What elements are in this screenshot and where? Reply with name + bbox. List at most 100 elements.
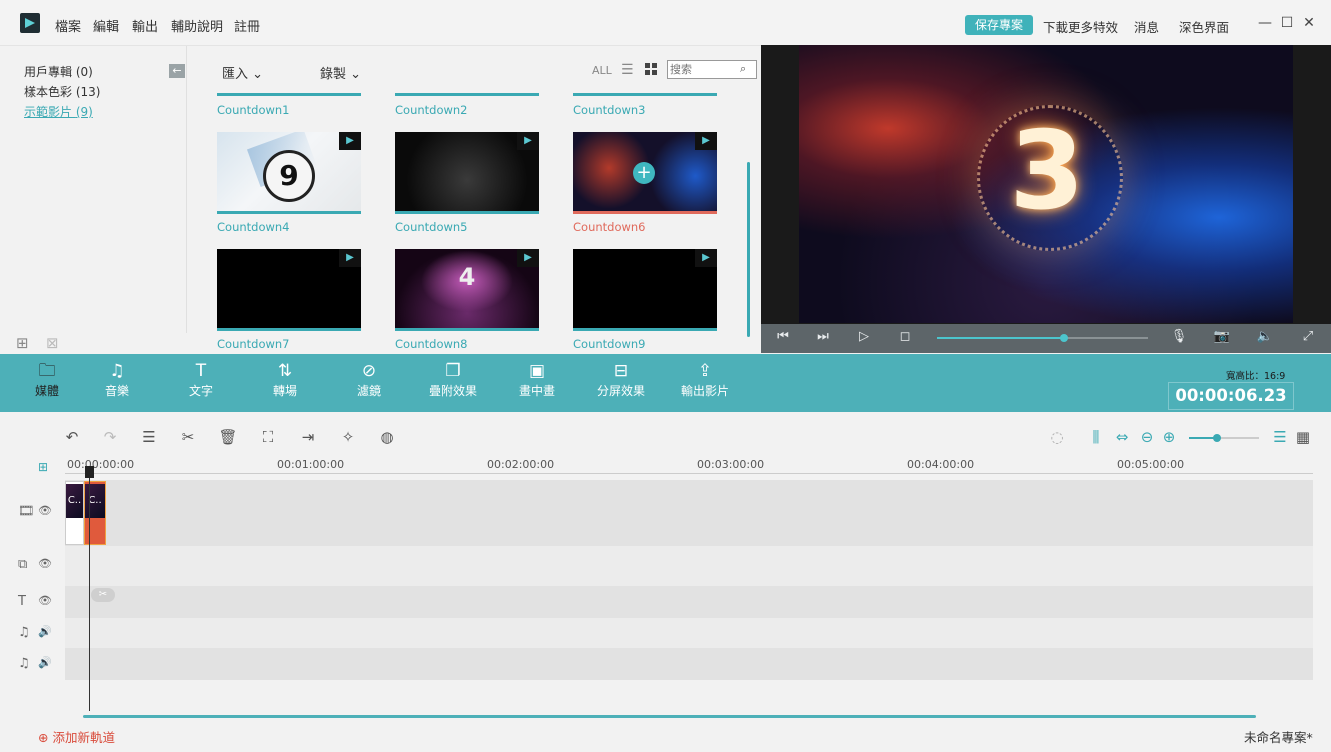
camera-snapshot-icon[interactable]: 📷 xyxy=(1212,329,1232,344)
zoom-out-icon[interactable]: ⊖ xyxy=(1137,428,1157,446)
clip-underline xyxy=(217,328,361,331)
timeline-clip-selected[interactable]: C.. xyxy=(84,481,106,545)
clip-thumbnail[interactable]: 9 ▶ xyxy=(217,132,361,212)
clip-label[interactable]: Countdown8 xyxy=(395,337,468,351)
tab-pip[interactable]: ▣ 畫中畫 xyxy=(502,360,572,399)
playhead-line[interactable] xyxy=(89,466,90,711)
clip-label-selected[interactable]: Countdown6 xyxy=(573,220,646,234)
aspect-ratio[interactable]: 寬高比：16:9 xyxy=(1226,368,1285,382)
eye-icon[interactable]: 👁 xyxy=(38,504,52,517)
menu-help[interactable]: 輔助說明 xyxy=(171,16,223,35)
fullscreen-icon[interactable]: ⤢ xyxy=(1298,329,1318,344)
thumb-number: 9 xyxy=(263,150,315,202)
filter-all[interactable]: ALL xyxy=(592,64,612,77)
split-screen-icon: ⊟ xyxy=(613,361,629,381)
tab-music[interactable]: ♫ 音樂 xyxy=(82,360,152,399)
list-view-icon[interactable]: ☰ xyxy=(621,62,634,78)
minimize-button[interactable]: — xyxy=(1257,15,1273,31)
clip-label[interactable]: Countdown5 xyxy=(395,220,468,234)
library-scrollbar[interactable] xyxy=(747,162,750,337)
speaker-icon[interactable]: 🔊 xyxy=(38,656,52,669)
overlay-track: ⧉ 👁 xyxy=(18,546,1313,586)
tab-split-screen[interactable]: ⊟ 分屏效果 xyxy=(586,360,656,399)
maximize-button[interactable]: ☐ xyxy=(1279,15,1295,31)
delete-folder-icon[interactable]: ⊠ xyxy=(46,334,59,352)
add-folder-icon[interactable]: ⊞ xyxy=(16,334,29,352)
audio-lane[interactable] xyxy=(65,648,1313,680)
video-track: 🎞 👁 xyxy=(18,480,1313,546)
aspect-ratio-value: 16:9 xyxy=(1264,371,1286,382)
record-dropdown[interactable]: 錄製 ⌄ xyxy=(320,63,361,82)
close-button[interactable]: ✕ xyxy=(1301,15,1317,31)
tab-filter[interactable]: ⊘ 濾鏡 xyxy=(334,360,404,399)
grid-layout-icon[interactable]: ▦ xyxy=(1293,428,1313,446)
step-back-icon[interactable]: ⏮ xyxy=(773,329,793,344)
add-to-timeline-icon[interactable]: + xyxy=(633,162,655,184)
cut-icon[interactable]: ✂ xyxy=(178,428,198,446)
menu-export[interactable]: 輸出 xyxy=(132,16,158,35)
fit-timeline-icon[interactable]: ⇔ xyxy=(1112,428,1132,446)
play-icon[interactable]: ▷ xyxy=(854,329,874,344)
clip-thumbnail[interactable]: + ▶ xyxy=(573,132,717,212)
insert-icon[interactable]: ⇥ xyxy=(298,428,318,446)
tree-item-sample-colors[interactable]: 樣本色彩 (13) xyxy=(24,83,100,100)
clip-label[interactable]: Countdown4 xyxy=(217,220,290,234)
eye-icon[interactable]: 👁 xyxy=(38,557,52,570)
clip-label[interactable]: Countdown7 xyxy=(217,337,290,351)
audio-lane[interactable] xyxy=(65,618,1313,648)
playhead-handle[interactable] xyxy=(85,466,94,478)
messages-link[interactable]: 消息 xyxy=(1134,17,1159,36)
undo-icon[interactable]: ↶ xyxy=(62,428,82,446)
add-track-button[interactable]: ⊕ 添加新軌道 xyxy=(38,727,115,746)
render-preview-icon[interactable]: ◌ xyxy=(1047,428,1067,446)
volume-icon[interactable]: 🔈 xyxy=(1255,329,1275,344)
clip-label[interactable]: Countdown1 xyxy=(217,103,290,117)
clip-label[interactable]: Countdown9 xyxy=(573,337,646,351)
timeline-scrollbar[interactable] xyxy=(83,715,1256,718)
zoom-slider-knob[interactable] xyxy=(1213,434,1221,442)
snap-icon[interactable]: ⊞ xyxy=(38,460,48,474)
grid-view-icon[interactable] xyxy=(645,63,657,75)
clip-thumbnail[interactable]: ▶ xyxy=(395,132,539,212)
list-layout-icon[interactable]: ☰ xyxy=(1270,428,1290,446)
menu-register[interactable]: 註冊 xyxy=(234,16,260,35)
menu-file[interactable]: 檔案 xyxy=(55,16,81,35)
stop-icon[interactable]: ◻ xyxy=(895,329,915,344)
download-effects-link[interactable]: 下載更多特效 xyxy=(1043,17,1118,36)
delete-icon[interactable]: 🗑 xyxy=(218,428,238,446)
audio-mixer-icon[interactable]: ⫼ xyxy=(1086,428,1106,446)
tab-text[interactable]: T 文字 xyxy=(166,360,236,399)
overlay-lane[interactable] xyxy=(65,546,1313,586)
clip-thumbnail[interactable]: ▶ xyxy=(573,249,717,329)
tree-item-demo-videos[interactable]: 示範影片 (9) xyxy=(24,103,93,120)
menu-edit[interactable]: 編輯 xyxy=(93,16,119,35)
tab-media[interactable]: 🗀 媒體 xyxy=(12,360,82,399)
zoom-in-icon[interactable]: ⊕ xyxy=(1159,428,1179,446)
clip-label[interactable]: Countdown3 xyxy=(573,103,646,117)
eye-icon[interactable]: 👁 xyxy=(38,594,52,607)
clip-label[interactable]: Countdown2 xyxy=(395,103,468,117)
clip-thumbnail[interactable]: ▶ xyxy=(217,249,361,329)
import-dropdown[interactable]: 匯入 ⌄ xyxy=(222,63,263,82)
video-lane[interactable] xyxy=(65,480,1313,546)
adjust-icon[interactable]: ☰ xyxy=(139,428,159,446)
clip-thumbnail[interactable]: 4 ▶ xyxy=(395,249,539,329)
preview-progress-knob[interactable] xyxy=(1059,334,1068,342)
timeline-clip[interactable]: C.. xyxy=(65,481,84,545)
tree-item-user-album[interactable]: 用戶專輯 (0) xyxy=(24,63,93,80)
text-lane[interactable] xyxy=(65,586,1313,618)
tab-export[interactable]: ⇪ 輸出影片 xyxy=(670,360,740,399)
crop-icon[interactable]: ⛶ xyxy=(258,428,278,446)
effects-wand-icon[interactable]: ✧ xyxy=(338,428,358,446)
speaker-icon[interactable]: 🔊 xyxy=(38,625,52,638)
dark-ui-link[interactable]: 深色界面 xyxy=(1179,17,1229,36)
step-forward-icon[interactable]: ⏭ xyxy=(813,329,833,344)
collapse-arrow-icon[interactable]: ← xyxy=(169,64,185,78)
tab-overlay[interactable]: ❐ 疊附效果 xyxy=(418,360,488,399)
color-palette-icon[interactable]: ◍ xyxy=(377,428,397,446)
microphone-icon[interactable]: 🎙 xyxy=(1169,329,1189,344)
save-project-button[interactable]: 保存專案 xyxy=(965,15,1033,35)
redo-icon[interactable]: ↷ xyxy=(100,428,120,446)
tab-transition[interactable]: ⇅ 轉場 xyxy=(250,360,320,399)
split-scissors-icon[interactable]: ✂ xyxy=(91,588,115,602)
